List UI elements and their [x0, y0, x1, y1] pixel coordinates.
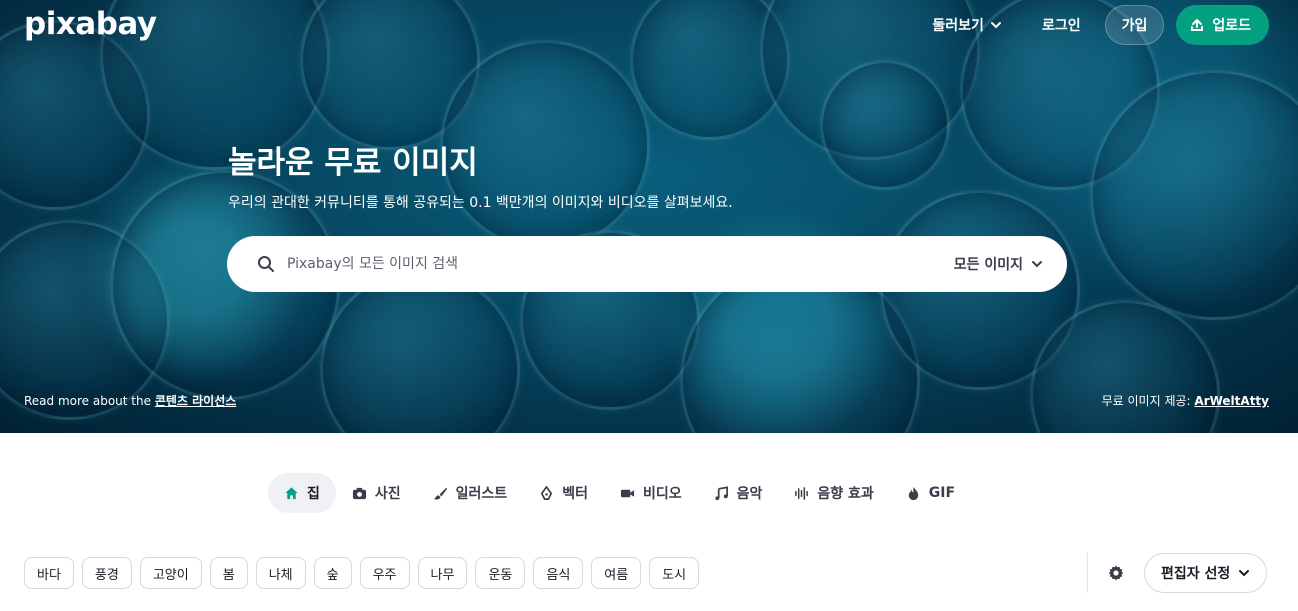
pen-nib-icon — [541, 485, 553, 500]
license-note: Read more about the 콘텐츠 라이선스 — [24, 392, 236, 409]
search-bar: 모든 이미지 — [227, 236, 1067, 292]
tab-sound-effects[interactable]: 음향 효과 — [778, 473, 889, 513]
login-link[interactable]: 로그인 — [1042, 15, 1081, 35]
image-credit: 무료 이미지 제공: ArWeltAtty — [1102, 392, 1269, 409]
sound-wave-icon — [795, 486, 809, 500]
tab-label: 사진 — [374, 486, 401, 502]
tag-chip[interactable]: 나무 — [417, 557, 468, 589]
tab-gif[interactable]: GIF — [890, 473, 971, 513]
music-icon — [715, 485, 728, 500]
search-type-dropdown[interactable]: 모든 이미지 — [954, 254, 1043, 274]
license-link[interactable]: 콘텐츠 라이선스 — [155, 394, 236, 408]
tag-chip[interactable]: 우주 — [359, 557, 410, 589]
tab-label: 집 — [307, 486, 320, 502]
tab-music[interactable]: 음악 — [698, 473, 779, 513]
tab-photos[interactable]: 사진 — [336, 473, 417, 513]
tab-label: 벡터 — [562, 486, 588, 502]
media-type-tabs: 집 사진 일러스트 벡터 비디오 음악 음향 효과 GIF — [268, 473, 971, 513]
tag-chip[interactable]: 나체 — [255, 557, 306, 589]
tag-chip[interactable]: 운동 — [475, 557, 526, 589]
tab-illustrations[interactable]: 일러스트 — [417, 473, 524, 513]
tag-chip[interactable]: 바다 — [24, 557, 74, 589]
sort-label: 편집자 선정 — [1161, 566, 1231, 582]
hero-subtitle: 우리의 관대한 커뮤니티를 통해 공유되는 0.1 백만개의 이미지와 비디오를… — [228, 195, 733, 211]
credit-author-link[interactable]: ArWeltAtty — [1194, 394, 1269, 408]
toolbar-divider — [1087, 553, 1088, 593]
search-input[interactable] — [287, 256, 954, 272]
upload-button[interactable]: 업로드 — [1176, 5, 1269, 45]
explore-menu[interactable]: 둘러보기 — [932, 15, 1002, 35]
tag-chip[interactable]: 여름 — [591, 557, 642, 589]
upload-icon — [1191, 19, 1204, 31]
brush-icon — [433, 487, 447, 499]
tab-label: GIF — [928, 485, 956, 501]
tag-chip[interactable]: 봄 — [209, 557, 248, 589]
hero-banner: pixabay 둘러보기 로그인 가입 업로드 놀라운 무료 이미지 우리의 관… — [0, 0, 1298, 433]
tag-chip[interactable]: 고양이 — [139, 557, 202, 589]
tab-vectors[interactable]: 벡터 — [523, 473, 604, 513]
tag-chip[interactable]: 풍경 — [81, 557, 132, 589]
tag-chip[interactable]: 숲 — [313, 557, 352, 589]
tab-label: 일러스트 — [455, 486, 508, 502]
home-icon — [285, 486, 298, 499]
tag-chip[interactable]: 음식 — [533, 557, 584, 589]
sort-dropdown[interactable]: 편집자 선정 — [1144, 553, 1268, 593]
tag-chip[interactable]: 도시 — [649, 557, 700, 589]
tab-label: 음향 효과 — [817, 486, 874, 502]
video-icon — [620, 489, 635, 497]
tab-label: 비디오 — [642, 486, 682, 502]
explore-label: 둘러보기 — [932, 18, 984, 34]
search-type-label: 모든 이미지 — [953, 257, 1023, 273]
license-prefix: Read more about the — [24, 394, 155, 408]
search-icon[interactable] — [257, 255, 275, 273]
chevron-down-icon — [1032, 261, 1042, 268]
gear-icon[interactable] — [1107, 564, 1125, 582]
credit-prefix: 무료 이미지 제공: — [1101, 394, 1195, 408]
tab-label: 음악 — [736, 486, 763, 502]
hero-overlay — [0, 0, 1298, 433]
tab-home[interactable]: 집 — [268, 473, 336, 513]
chevron-down-icon — [1239, 570, 1250, 577]
camera-icon — [352, 487, 366, 499]
flame-icon — [908, 486, 918, 500]
trending-tags: 바다 풍경 고양이 봄 나체 숲 우주 나무 운동 음식 여름 도시 — [24, 557, 700, 589]
hero-title: 놀라운 무료 이미지 — [228, 145, 478, 181]
pixabay-logo[interactable]: pixabay — [24, 6, 157, 42]
upload-label: 업로드 — [1212, 18, 1251, 34]
chevron-down-icon — [990, 22, 1001, 29]
join-button[interactable]: 가입 — [1104, 5, 1165, 45]
top-navigation: 둘러보기 로그인 가입 업로드 — [932, 5, 1269, 45]
tab-videos[interactable]: 비디오 — [604, 473, 698, 513]
